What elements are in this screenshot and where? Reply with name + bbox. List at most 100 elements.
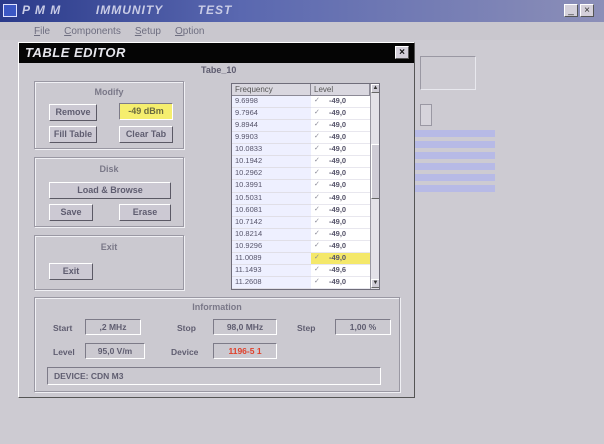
column-header-frequency[interactable]: Frequency [232,84,311,96]
scroll-thumb[interactable] [371,144,379,199]
frequency-cell[interactable]: 10.8214 [232,228,311,241]
table-name: Tabe_10 [201,65,237,75]
level-cell[interactable]: ✓ -49,6 [311,265,370,277]
dialog-titlebar: TABLE EDITOR × [19,43,414,63]
frequency-cell[interactable]: 10.0833 [232,144,311,157]
level-cell[interactable]: ✓ -49,0 [311,205,370,217]
device-value: 1196-5 1 [213,343,277,359]
frequency-cell[interactable]: 10.2962 [232,168,311,181]
frequency-cell[interactable]: 9.9903 [232,132,311,145]
level-cell[interactable]: ✓ -49,0 [311,168,370,181]
level-cell[interactable]: ✓ -49,0 [311,120,370,133]
stop-value: 98,0 MHz [213,319,277,335]
menu-components[interactable]: Components [64,26,121,37]
frequency-cell[interactable]: 10.3991 [232,180,311,193]
background-control [420,104,432,126]
level-input[interactable]: -49 dBm [119,103,173,120]
frequency-cell[interactable]: 11.0089 [232,252,311,265]
level-cell[interactable]: ✓ -49,0 [311,241,370,253]
checkmark-icon: ✓ [314,217,320,225]
level-cell[interactable]: ✓ -49,0 [311,108,370,121]
frequency-cell[interactable]: 9.7964 [232,108,311,121]
remove-button[interactable]: Remove [49,104,97,121]
fill-table-button[interactable]: Fill Table [49,126,97,143]
table-row[interactable]: 10.3991 ✓ -49,0 [232,180,370,193]
level-label: Level [53,347,75,357]
menu-setup[interactable]: Setup [135,26,161,37]
level-cell[interactable]: ✓ -49,0 [311,277,370,289]
step-label: Step [297,323,316,333]
minimize-icon[interactable]: _ [564,4,578,17]
level-cell[interactable]: ✓ -49,0 [311,252,370,265]
table-row[interactable]: 10.1942 ✓ -49,0 [232,156,370,169]
level-value: -49,0 [329,108,347,118]
table-row[interactable]: 10.7142 ✓ -49,0 [232,216,370,229]
frequency-cell[interactable]: 11.2608 [232,276,311,289]
table-row[interactable]: 10.6081 ✓ -49,0 [232,204,370,217]
exit-button[interactable]: Exit [49,263,93,280]
modify-label: Modify [94,87,124,97]
level-cell[interactable]: ✓ -49,0 [311,229,370,241]
stop-label: Stop [177,323,196,333]
close-icon[interactable]: × [395,46,409,59]
table-row[interactable]: 9.8944 ✓ -49,0 [232,120,370,133]
level-cell[interactable]: ✓ -49,0 [311,180,370,193]
frequency-cell[interactable]: 10.9296 [232,240,311,253]
level-cell[interactable]: ✓ -49,0 [311,132,370,145]
frequency-cell[interactable]: 10.1942 [232,156,311,169]
table-row[interactable]: 10.5031 ✓ -49,0 [232,192,370,205]
table-row[interactable]: 10.9296 ✓ -49,0 [232,240,370,253]
column-header-level[interactable]: Level [311,84,370,96]
level-cell[interactable]: ✓ -49,0 [311,96,370,109]
close-icon[interactable]: × [580,4,594,17]
frequency-cell[interactable]: 10.6081 [232,204,311,217]
table-row[interactable]: 11.2608 ✓ -49,0 [232,276,370,289]
scroll-down-icon[interactable]: ▼ [371,279,379,288]
table-row[interactable]: 9.7964 ✓ -49,0 [232,108,370,121]
table-scrollbar[interactable]: ▲ ▼ [370,84,379,289]
frequency-cell[interactable]: 10.7142 [232,216,311,229]
app-icon [3,4,17,17]
menu-option[interactable]: Option [175,26,204,37]
checkmark-icon: ✓ [314,241,320,249]
level-value: -49,0 [329,144,347,154]
level-cell[interactable]: ✓ -49,0 [311,156,370,169]
information-label: Information [192,302,242,312]
clear-tab-button[interactable]: Clear Tab [119,126,173,143]
menubar: File Components Setup Option [0,22,604,40]
table-editor-dialog: TABLE EDITOR × Modify Remove -49 dBm Fil… [18,42,415,398]
level-value: -49,0 [329,120,347,130]
menu-file[interactable]: File [34,26,50,37]
erase-button[interactable]: Erase [119,204,171,221]
table-row[interactable]: 10.8214 ✓ -49,0 [232,228,370,241]
table-row[interactable]: 11.0089 ✓ -49,0 [232,252,370,265]
frequency-cell[interactable]: 9.6998 [232,96,311,109]
table-row[interactable]: 11.1493 ✓ -49,6 [232,264,370,277]
table-row[interactable]: 9.6998 ✓ -49,0 [232,96,370,109]
frequency-cell[interactable]: 9.8944 [232,120,311,133]
table-row[interactable]: 10.2962 ✓ -49,0 [232,168,370,181]
device-label: Device [171,347,199,357]
level-cell[interactable]: ✓ -49,0 [311,193,370,205]
save-button[interactable]: Save [49,204,93,221]
window-controls: _ × [564,4,594,17]
brand-logo [410,130,495,200]
scroll-up-icon[interactable]: ▲ [371,84,379,93]
modify-group: Modify Remove -49 dBm Fill Table Clear T… [34,81,184,149]
frequency-cell[interactable]: 11.1493 [232,264,311,277]
frequency-table[interactable]: Frequency Level 9.6998 ✓ -49,0 9.7964 ✓ -49,0… [231,83,380,290]
checkmark-icon: ✓ [314,277,320,285]
level-cell[interactable]: ✓ -49,0 [311,144,370,157]
disk-label: Disk [99,164,119,174]
frequency-cell[interactable]: 10.5031 [232,192,311,205]
load-browse-button[interactable]: Load & Browse [49,182,171,199]
level-value: -49,0 [329,156,347,166]
table-row[interactable]: 10.0833 ✓ -49,0 [232,144,370,157]
level-cell[interactable]: ✓ -49,0 [311,217,370,229]
table-row[interactable]: 9.9903 ✓ -49,0 [232,132,370,145]
app-titlebar: P M M IMMUNITY TEST _ × [0,0,604,22]
checkmark-icon: ✓ [314,205,320,213]
level-value: -49,0 [329,252,347,262]
device-status-field: DEVICE: CDN M3 [47,367,381,385]
level-value: -49,0 [329,216,347,226]
